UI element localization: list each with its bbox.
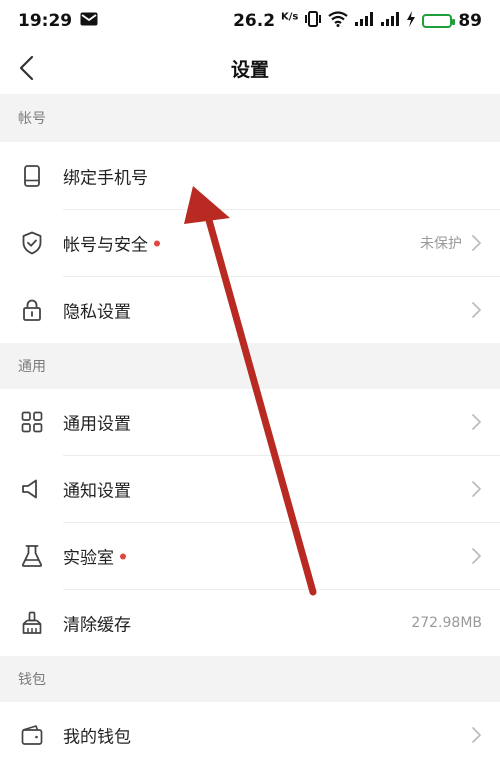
chevron-right-icon <box>470 413 482 431</box>
account-security-label: 帐号与安全 <box>63 235 148 256</box>
phone-icon <box>19 163 45 189</box>
account-security-value: 未保护 <box>420 236 462 252</box>
chevron-right-icon <box>470 726 482 744</box>
chevron-right-icon <box>470 547 482 565</box>
grid-icon <box>19 409 45 435</box>
shield-check-icon <box>19 230 45 256</box>
page-title: 设置 <box>230 58 269 81</box>
lab-label: 实验室 <box>63 548 114 569</box>
net-speed: 26.2 K/s <box>233 11 299 31</box>
clear-cache-label: 清除缓存 <box>63 615 131 636</box>
chevron-right-icon <box>470 234 482 252</box>
mail-icon <box>80 11 98 31</box>
privacy-row[interactable]: 隐私设置 <box>0 277 500 343</box>
account-security-label-wrap: 帐号与安全 <box>63 231 160 256</box>
vibrate-icon <box>304 10 322 32</box>
bind-phone-label: 绑定手机号 <box>63 168 148 188</box>
wifi-icon <box>328 10 349 32</box>
charging-icon <box>406 10 416 32</box>
nav-bar: 设置 <box>0 42 500 94</box>
broom-icon <box>19 610 45 636</box>
general-settings-label: 通用设置 <box>63 414 131 435</box>
notifications-label: 通知设置 <box>63 481 131 502</box>
chevron-right-icon <box>470 301 482 319</box>
signal-icon <box>354 11 374 32</box>
chevron-left-icon[interactable] <box>10 50 46 86</box>
battery-icon: 89 <box>422 11 482 31</box>
my-wallet-row[interactable]: 我的钱包 <box>0 702 500 768</box>
status-time: 19:29 <box>18 11 73 31</box>
bind-phone-row[interactable]: 绑定手机号 <box>0 142 500 209</box>
battery-level: 89 <box>458 11 482 31</box>
speaker-icon <box>19 476 45 502</box>
section-header-general: 通用 <box>0 343 500 389</box>
signal-icon <box>380 11 400 32</box>
clear-cache-row[interactable]: 清除缓存 272.98MB <box>0 590 500 656</box>
privacy-label: 隐私设置 <box>63 302 131 323</box>
lab-label-wrap: 实验室 <box>63 544 126 569</box>
section-header-account: 帐号 <box>0 94 500 142</box>
my-wallet-label: 我的钱包 <box>63 727 131 748</box>
chevron-right-icon <box>470 480 482 498</box>
lock-icon <box>19 297 45 323</box>
account-security-row[interactable]: 帐号与安全 未保护 <box>0 210 500 276</box>
status-bar: 19:29 26.2 K/s 89 <box>0 0 500 42</box>
cache-size-value: 272.98MB <box>411 615 482 631</box>
general-settings-row[interactable]: 通用设置 <box>0 389 500 455</box>
wallet-icon <box>19 722 45 748</box>
notifications-row[interactable]: 通知设置 <box>0 456 500 522</box>
section-header-wallet: 钱包 <box>0 656 500 702</box>
flask-icon <box>19 543 45 569</box>
red-dot-badge <box>154 240 160 246</box>
lab-row[interactable]: 实验室 <box>0 523 500 589</box>
red-dot-badge <box>120 553 126 559</box>
